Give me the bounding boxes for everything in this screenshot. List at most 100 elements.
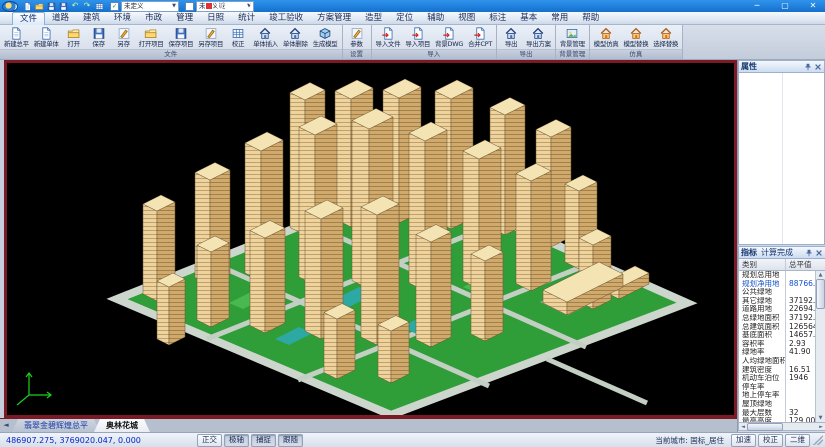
track-toggle[interactable]: 跟随 (278, 434, 303, 447)
menu-item-12[interactable]: 定位 (389, 12, 420, 24)
indicator-row[interactable]: 最大层数32 (739, 409, 825, 418)
maximize-button[interactable]: ▢ (779, 1, 791, 11)
indicator-row[interactable]: 最高高度129.00 (739, 417, 825, 423)
close-button[interactable]: ✕ (807, 1, 819, 11)
resize-grip[interactable] (813, 435, 823, 445)
undo-icon[interactable]: ↶ (70, 1, 80, 11)
scroll-left-icon[interactable]: ◄ (739, 424, 747, 430)
pin-icon[interactable] (804, 63, 812, 71)
open-project-button[interactable]: 打开项目 (137, 26, 166, 49)
tab-scroll-left-icon[interactable]: ◄ (0, 419, 12, 432)
menu-item-17[interactable]: 常用 (544, 12, 575, 24)
scrollbar-thumb[interactable] (747, 423, 783, 431)
indicator-row[interactable]: 人均绿地面积 (739, 357, 825, 366)
polar-toggle[interactable]: 极轴 (224, 434, 249, 447)
insert-building-button[interactable]: 单体插入 (251, 26, 280, 49)
style-checkbox[interactable]: ✓ (110, 2, 119, 11)
indicator-row[interactable]: 地上停车率 (739, 391, 825, 400)
scroll-down-icon[interactable]: ▼ (819, 414, 823, 422)
redo-icon[interactable]: ↷ (82, 1, 92, 11)
save-project-button[interactable]: 保存项目 (166, 26, 195, 49)
menu-item-4[interactable]: 环境 (107, 12, 138, 24)
calibrate-button[interactable]: 校正 (226, 26, 250, 49)
indicator-row[interactable]: 机动车泊位1946 (739, 374, 825, 383)
close-icon[interactable] (815, 249, 823, 257)
background-dwg-button[interactable]: 背景DWG (433, 26, 465, 49)
style-combobox[interactable]: 未定义 ▼ (121, 1, 179, 12)
indicator-row[interactable]: 容积率2.93 (739, 340, 825, 349)
menu-item-9[interactable]: 竣工验收 (262, 12, 310, 24)
new-siteplan-button[interactable]: 新建总平 (2, 26, 31, 49)
background-manage-button[interactable]: 背景管理 (558, 26, 587, 49)
model-replace-button[interactable]: 模型替换 (621, 26, 650, 49)
indicator-row[interactable]: 基底面积14657.45 (739, 331, 825, 340)
indicator-row[interactable]: 规划总用地 (739, 271, 825, 280)
indicator-row[interactable]: 其它绿地37192.18 (739, 297, 825, 306)
export-scheme-button[interactable]: 导出方案 (524, 26, 553, 49)
viewport-3d[interactable] (4, 60, 737, 418)
model-simulate-button[interactable]: 模型仿真 (592, 26, 621, 49)
export-button[interactable]: 导出 (499, 26, 523, 49)
menu-bar: 文件 道路 建筑 环境 市政 管理 日照 统计 竣工验收 方案管理 造型 定位 … (0, 12, 825, 25)
indicator-row[interactable]: 屋顶绿地 (739, 400, 825, 409)
menu-item-10[interactable]: 方案管理 (310, 12, 358, 24)
indicator-row-selected[interactable]: 规划净用地88766.84 (739, 280, 825, 289)
app-logo[interactable] (2, 1, 18, 12)
generate-model-button[interactable]: 生成模型 (311, 26, 340, 49)
indicator-row[interactable]: 总绿地面积37192.18 (739, 314, 825, 323)
menu-item-14[interactable]: 视图 (451, 12, 482, 24)
menu-item-2[interactable]: 道路 (45, 12, 76, 24)
indicator-row[interactable]: 总建筑面积126564.... (739, 323, 825, 332)
menu-item-13[interactable]: 辅助 (420, 12, 451, 24)
select-replace-button[interactable]: 选择替换 (651, 26, 680, 49)
ortho-toggle[interactable]: 正交 (197, 434, 222, 447)
view-2d-button[interactable]: 二维 (785, 434, 810, 447)
new-building-button[interactable]: 新建单体 (32, 26, 61, 49)
tab-aolin-huacheng[interactable]: 奥林花城 (94, 419, 150, 432)
menu-item-1[interactable]: 文件 (12, 12, 45, 25)
import-project-button[interactable]: 导入项目 (403, 26, 432, 49)
scroll-up-icon[interactable]: ▲ (819, 271, 823, 279)
cursor-coordinates: 486907.275, 3769020.047, 0.000 (0, 436, 196, 445)
parameters-button[interactable]: 参数 (345, 26, 369, 49)
indicator-row[interactable]: 绿地率41.90 (739, 348, 825, 357)
indicator-row[interactable]: 建筑密度16.51 (739, 366, 825, 375)
domain-checkbox[interactable] (185, 2, 194, 11)
save-project-as-button[interactable]: 另存项目 (196, 26, 225, 49)
snap-toggle[interactable]: 捕捉 (251, 434, 276, 447)
calibrate-mode-button[interactable]: 校正 (758, 434, 783, 447)
menu-item-6[interactable]: 管理 (169, 12, 200, 24)
save-all-icon[interactable] (58, 1, 68, 11)
indicator-row[interactable]: 道路用地22694.64 (739, 305, 825, 314)
grid-tool-icon[interactable] (94, 1, 104, 11)
scroll-right-icon[interactable]: ► (817, 424, 825, 430)
indicator-row[interactable]: 停车率 (739, 383, 825, 392)
save-button[interactable]: 保存 (87, 26, 111, 49)
tab-siteplan[interactable]: 翡翠金碧辉煌总平 (12, 419, 100, 432)
menu-item-15[interactable]: 标注 (482, 12, 513, 24)
save-icon[interactable] (46, 1, 56, 11)
menu-item-16[interactable]: 基本 (513, 12, 544, 24)
menu-item-8[interactable]: 统计 (231, 12, 262, 24)
accelerate-button[interactable]: 加速 (731, 434, 756, 447)
horizontal-scrollbar[interactable]: ◄ ► (738, 423, 825, 431)
new-file-icon[interactable] (22, 1, 32, 11)
save-as-button[interactable]: 另存 (112, 26, 136, 49)
pin-icon[interactable] (805, 249, 813, 257)
menu-item-11[interactable]: 造型 (358, 12, 389, 24)
import-file-button[interactable]: 导入文件 (374, 26, 403, 49)
menu-item-3[interactable]: 建筑 (76, 12, 107, 24)
indicator-row[interactable]: 公共绿地 (739, 288, 825, 297)
menu-item-7[interactable]: 日照 (200, 12, 231, 24)
open-file-icon[interactable] (34, 1, 44, 11)
close-icon[interactable] (814, 63, 822, 71)
menu-item-5[interactable]: 市政 (138, 12, 169, 24)
picture-icon (565, 27, 579, 40)
scrollbar-thumb[interactable] (816, 279, 825, 309)
minimize-button[interactable]: ─ (751, 1, 763, 11)
vertical-scrollbar[interactable]: ▲ ▼ (815, 271, 825, 422)
open-button[interactable]: 打开 (62, 26, 86, 49)
merge-cpt-button[interactable]: 合并CPT (466, 26, 494, 49)
delete-building-button[interactable]: 单体删除 (281, 26, 310, 49)
menu-item-18[interactable]: 帮助 (575, 12, 606, 24)
